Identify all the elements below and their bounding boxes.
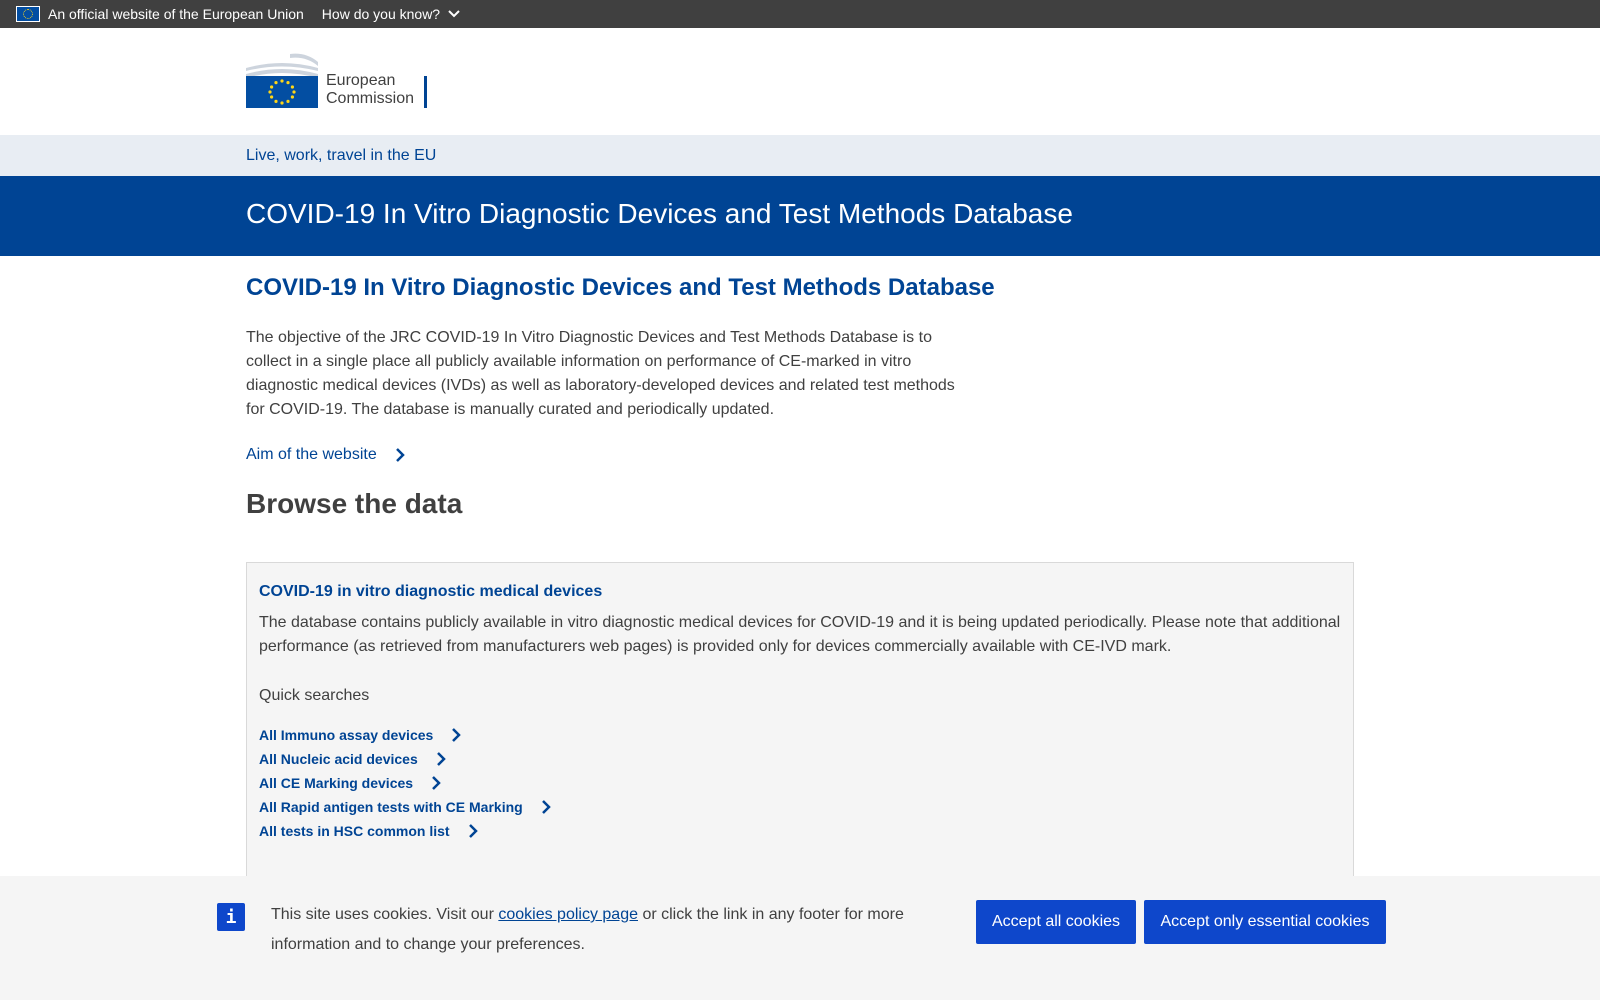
quick-search-label: All Immuno assay devices [259, 727, 434, 743]
cookie-consent-banner: i This site uses cookies. Visit our cook… [0, 876, 1600, 1000]
aim-of-website-link[interactable]: Aim of the website [246, 446, 1354, 464]
quick-searches-list: All Immuno assay devices All Nucleic aci… [259, 723, 551, 843]
banner-title: COVID-19 In Vitro Diagnostic Devices and… [246, 198, 1073, 229]
site-header: European Commission [0, 28, 1600, 135]
how-do-you-know-toggle[interactable]: How do you know? [322, 6, 460, 22]
quick-search-nucleic-acid[interactable]: All Nucleic acid devices [259, 747, 551, 771]
main-content: COVID-19 In Vitro Diagnostic Devices and… [246, 256, 1354, 520]
quick-search-label: All tests in HSC common list [259, 823, 450, 839]
official-website-text: An official website of the European Unio… [48, 6, 304, 22]
ivd-devices-card: COVID-19 in vitro diagnostic medical dev… [246, 562, 1354, 882]
aim-link-label: Aim of the website [246, 446, 377, 463]
site-nav-bar: Live, work, travel in the EU [0, 135, 1600, 176]
european-commission-logo[interactable]: European Commission [246, 52, 428, 108]
chevron-right-icon [468, 824, 478, 838]
quick-search-label: All Nucleic acid devices [259, 751, 418, 767]
quick-search-hsc-common-list[interactable]: All tests in HSC common list [259, 819, 551, 843]
live-work-travel-link[interactable]: Live, work, travel in the EU [246, 147, 436, 165]
chevron-right-icon [436, 752, 446, 766]
accept-all-cookies-button[interactable]: Accept all cookies [976, 900, 1136, 944]
chevron-right-icon [432, 776, 441, 790]
ec-logo-icon [246, 52, 318, 108]
quick-search-label: All CE Marking devices [259, 775, 414, 791]
intro-paragraph: The objective of the JRC COVID-19 In Vit… [246, 329, 955, 418]
chevron-right-icon [395, 448, 405, 462]
quick-searches-label: Quick searches [259, 687, 370, 704]
info-icon: i [217, 903, 245, 931]
quick-search-immuno-assay[interactable]: All Immuno assay devices [259, 723, 551, 747]
quick-search-ce-marking[interactable]: All CE Marking devices [259, 771, 551, 795]
accept-essential-cookies-button[interactable]: Accept only essential cookies [1144, 900, 1386, 944]
chevron-right-icon [452, 728, 462, 742]
browse-heading: Browse the data [246, 488, 463, 519]
cookies-policy-link[interactable]: cookies policy page [498, 906, 638, 923]
page-banner: COVID-19 In Vitro Diagnostic Devices and… [0, 176, 1600, 256]
how-do-you-know-label: How do you know? [321, 6, 441, 22]
cookie-message: This site uses cookies. Visit our cookie… [271, 900, 921, 960]
ivd-devices-card-description: The database contains publicly available… [259, 614, 1341, 655]
quick-search-label: All Rapid antigen tests with CE Marking [259, 799, 523, 815]
chevron-down-icon [448, 10, 460, 18]
ivd-devices-card-title[interactable]: COVID-19 in vitro diagnostic medical dev… [259, 583, 602, 601]
eu-flag-icon [16, 6, 40, 22]
chevron-right-icon [541, 800, 551, 814]
page-title: COVID-19 In Vitro Diagnostic Devices and… [246, 274, 995, 301]
cookie-text-before: This site uses cookies. Visit our [271, 906, 499, 923]
quick-search-rapid-antigen[interactable]: All Rapid antigen tests with CE Marking [259, 795, 551, 819]
eu-official-bar: An official website of the European Unio… [0, 0, 1600, 28]
